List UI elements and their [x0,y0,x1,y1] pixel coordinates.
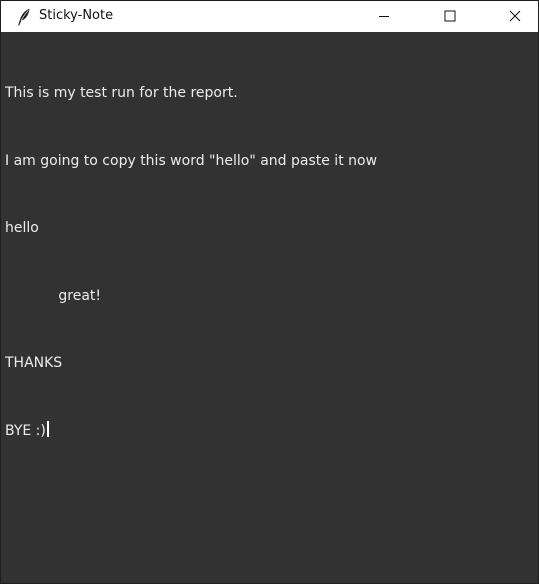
note-line: THANKS [5,355,63,371]
note-line-text: BYE :) [5,422,46,439]
note-line: hello [5,220,39,236]
note-text[interactable]: This is my test run for the report. I am… [5,37,533,487]
note-text-editor[interactable]: This is my test run for the report. I am… [1,32,538,583]
minimize-button[interactable] [361,1,407,31]
maximize-icon [444,10,456,22]
window-title: Sticky-Note [39,8,114,23]
feather-icon [17,8,31,26]
note-line-last: BYE :) [5,420,533,443]
text-cursor [46,420,49,437]
note-line: I am going to copy this word "hello" and… [5,152,378,169]
title-bar[interactable]: Sticky-Note [1,1,538,31]
maximize-button[interactable] [427,1,473,31]
sticky-note-window: Sticky-Note This is my test run for the … [0,0,539,584]
note-line: This is my test run for the report. [5,85,238,101]
close-icon [509,10,521,22]
close-button[interactable] [492,1,538,31]
minimize-icon [378,10,390,22]
note-line: great! [5,287,102,304]
